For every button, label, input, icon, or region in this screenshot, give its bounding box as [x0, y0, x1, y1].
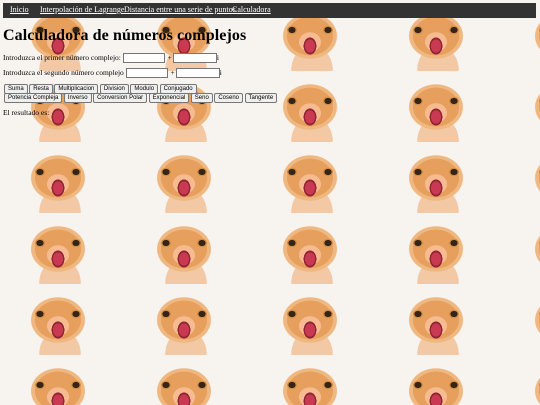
potencia-compleja-button[interactable]: Potencia Compleja: [4, 93, 63, 103]
imaginary-unit-label: i: [216, 53, 219, 62]
first-number-label: Introduzca el primer número complejo:: [3, 53, 121, 62]
conversion-polar-button[interactable]: Conversion Polar: [93, 93, 148, 103]
nav-link-inicio[interactable]: Inicio: [10, 5, 29, 14]
nav-link-lagrange[interactable]: Interpolación de Lagrange: [40, 5, 124, 14]
imaginary-unit-label: i: [219, 68, 222, 77]
inverso-button[interactable]: Inverso: [63, 93, 92, 103]
coseno-button[interactable]: Coseno: [214, 93, 243, 103]
seno-button[interactable]: Seno: [190, 93, 213, 103]
second-number-row: Introduzca el segundo número complejo + i: [3, 68, 222, 79]
second-imaginary-input[interactable]: [175, 68, 220, 79]
tangente-button[interactable]: Tangente: [244, 93, 278, 103]
second-number-label: Introduzca el segundo número complejo: [3, 68, 124, 77]
result-text: El resultado es:: [3, 108, 50, 117]
first-real-input[interactable]: [122, 53, 165, 64]
first-imaginary-input[interactable]: [172, 53, 217, 64]
nav-link-distancia[interactable]: Distancia entre una serie de puntos: [124, 5, 236, 14]
page-title: Calculadora de números complejos: [3, 27, 247, 44]
exponencial-button[interactable]: Exponencial: [148, 93, 190, 103]
second-real-input[interactable]: [125, 68, 168, 79]
operations-row-2: Potencia Compleja Inverso Conversion Pol…: [4, 93, 279, 103]
nav-link-calculadora[interactable]: Calculadora: [232, 5, 271, 14]
plus-sign: +: [170, 68, 175, 77]
first-number-row: Introduzca el primer número complejo: + i: [3, 53, 219, 64]
page-content: Inicio Interpolación de Lagrange Distanc…: [0, 0, 540, 405]
top-navbar: Inicio Interpolación de Lagrange Distanc…: [3, 3, 536, 18]
plus-sign: +: [167, 53, 172, 62]
